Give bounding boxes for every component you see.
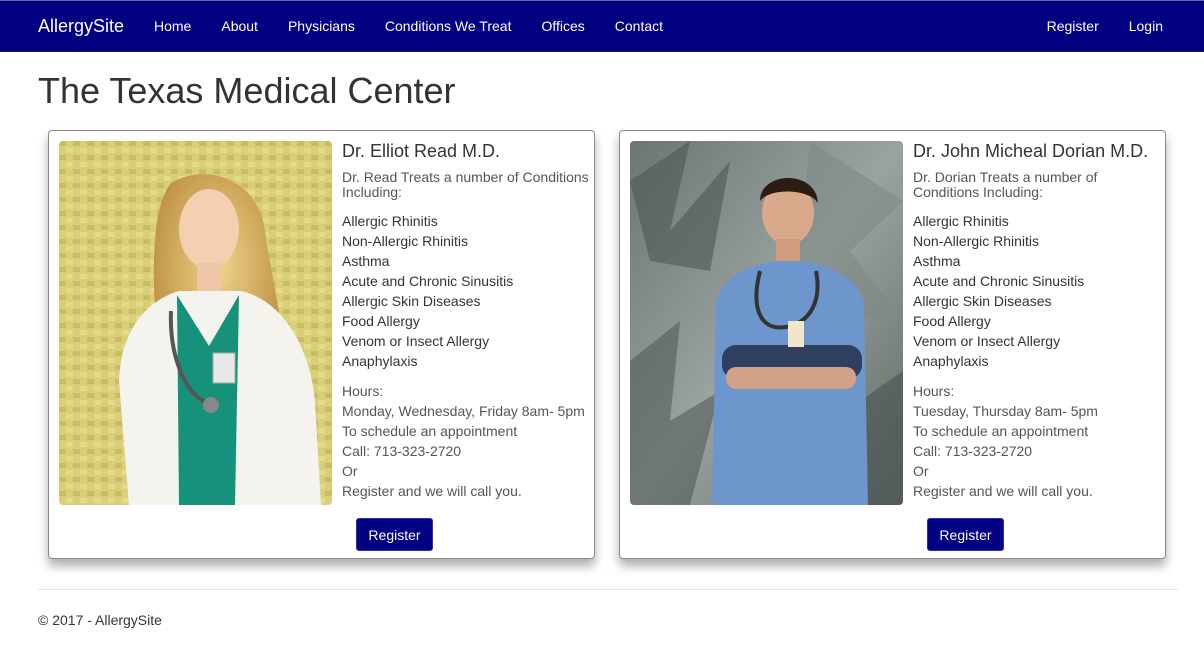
condition-item: Allergic Skin Diseases	[913, 293, 1052, 309]
condition-item: Allergic Rhinitis	[342, 213, 438, 229]
nav-home[interactable]: Home	[139, 1, 206, 53]
nav-physicians[interactable]: Physicians	[273, 1, 370, 53]
condition-item: Acute and Chronic Sinusitis	[913, 273, 1085, 289]
register-button[interactable]: Register	[356, 518, 433, 551]
condition-item: Non-Allergic Rhinitis	[342, 233, 469, 249]
nav-login[interactable]: Login	[1114, 1, 1178, 53]
schedule-text: To schedule an appointment	[342, 423, 518, 439]
register-callback-text: Register and we will call you.	[913, 483, 1093, 499]
doctor-photo	[59, 141, 332, 505]
main-nav: Home About Physicians Conditions We Trea…	[139, 1, 678, 53]
doctor-photo	[630, 141, 903, 505]
condition-item: Allergic Rhinitis	[913, 213, 1009, 229]
hours-block: Hours: Tuesday, Thursday 8am- 5pm To sch…	[913, 381, 1163, 501]
brand-link[interactable]: AllergySite	[38, 16, 124, 37]
hours-block: Hours: Monday, Wednesday, Friday 8am- 5p…	[342, 381, 592, 501]
doctor-card: Dr. Elliot Read M.D. Dr. Read Treats a n…	[48, 130, 595, 559]
condition-item: Asthma	[913, 253, 961, 269]
hours-value: Tuesday, Thursday 8am- 5pm	[913, 403, 1098, 419]
hours-value: Monday, Wednesday, Friday 8am- 5pm	[342, 403, 585, 419]
nav-register[interactable]: Register	[1032, 1, 1114, 53]
doctor-name: Dr. Elliot Read M.D.	[342, 141, 501, 161]
register-callback-text: Register and we will call you.	[342, 483, 522, 499]
condition-item: Asthma	[342, 253, 390, 269]
condition-item: Food Allergy	[342, 313, 420, 329]
nav-offices[interactable]: Offices	[526, 1, 599, 53]
footer-copyright: © 2017 - AllergySite	[38, 612, 162, 628]
phone-text: Call: 713-323-2720	[342, 443, 462, 459]
doctor-info: Dr. John Micheal Dorian M.D. Dr. Dorian …	[913, 141, 1163, 501]
nav-conditions[interactable]: Conditions We Treat	[370, 1, 527, 53]
doctor-intro: Dr. Dorian Treats a number of Conditions…	[913, 169, 1098, 200]
top-navbar: AllergySite Home About Physicians Condit…	[0, 0, 1204, 52]
condition-item: Venom or Insect Allergy	[342, 333, 490, 349]
schedule-text: To schedule an appointment	[913, 423, 1089, 439]
condition-item: Allergic Skin Diseases	[342, 293, 481, 309]
doctor-name: Dr. John Micheal Dorian M.D.	[913, 141, 1149, 161]
account-nav: Register Login	[1032, 1, 1178, 53]
register-button[interactable]: Register	[927, 518, 1004, 551]
phone-text: Call: 713-323-2720	[913, 443, 1033, 459]
doctor-info: Dr. Elliot Read M.D. Dr. Read Treats a n…	[342, 141, 592, 501]
condition-item: Venom or Insect Allergy	[913, 333, 1061, 349]
condition-item: Anaphylaxis	[342, 353, 418, 369]
nav-about[interactable]: About	[206, 1, 273, 53]
or-text: Or	[913, 463, 929, 479]
condition-item: Anaphylaxis	[913, 353, 989, 369]
condition-item: Non-Allergic Rhinitis	[913, 233, 1040, 249]
conditions-list: Allergic Rhinitis Non-Allergic Rhinitis …	[913, 211, 1163, 371]
page-title: The Texas Medical Center	[38, 70, 456, 111]
hours-label: Hours:	[913, 383, 955, 399]
doctor-intro: Dr. Read Treats a number of Conditions I…	[342, 169, 589, 200]
condition-item: Food Allergy	[913, 313, 991, 329]
or-text: Or	[342, 463, 358, 479]
condition-item: Acute and Chronic Sinusitis	[342, 273, 514, 289]
doctor-card: Dr. John Micheal Dorian M.D. Dr. Dorian …	[619, 130, 1166, 559]
nav-contact[interactable]: Contact	[600, 1, 678, 53]
footer-divider	[38, 589, 1178, 590]
hours-label: Hours:	[342, 383, 384, 399]
conditions-list: Allergic Rhinitis Non-Allergic Rhinitis …	[342, 211, 592, 371]
